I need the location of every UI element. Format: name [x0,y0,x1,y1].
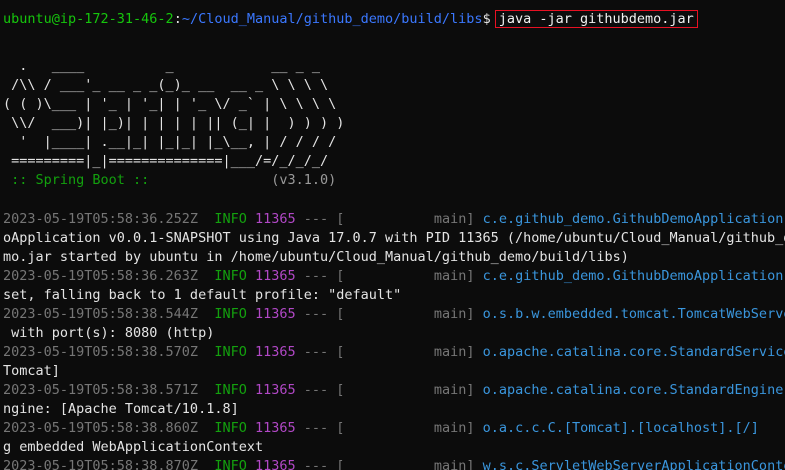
log-separator: --- [ [295,211,345,227]
log-continuation: set, falling back to 1 default profile: … [3,287,402,303]
log-separator: --- [ [295,268,345,284]
log-line: 2023-05-19T05:58:36.263Z INFO 11365 --- … [3,267,783,286]
log-continuation: g embedded WebApplicationContext [3,439,264,455]
log-timestamp: 2023-05-19T05:58:38.544Z [3,306,199,322]
log-level: INFO [214,211,247,227]
log-pid: 11365 [255,344,296,360]
log-line: 2023-05-19T05:58:38.860Z INFO 11365 --- … [3,419,759,438]
prompt-colon: : [173,11,182,27]
log-separator: --- [ [295,306,345,322]
command-text: java -jar githubdemo.jar [494,10,698,28]
log-thread: main] [344,344,483,360]
log-continuation: Tomcat] [3,363,60,379]
log-logger: c.e.github_demo.GithubDemoApplication [482,268,784,284]
log-thread: main] [344,382,483,398]
prompt-line: ubuntu@ip-172-31-46-2:~/Cloud_Manual/git… [3,10,698,29]
log-logger: o.apache.catalina.core.StandardService [482,344,785,360]
log-timestamp: 2023-05-19T05:58:36.252Z [3,211,199,227]
prompt-path: ~/Cloud_Manual/github_demo/build/libs [181,11,483,27]
spring-boot-line: :: Spring Boot :: (v3.1.0) [3,171,336,190]
spring-boot-label: :: Spring Boot :: [3,172,158,188]
log-pid: 11365 [255,420,296,436]
log-thread: main] [344,268,483,284]
log-timestamp: 2023-05-19T05:58:36.263Z [3,268,199,284]
prompt-user-host: ubuntu@ip-172-31-46-2 [3,11,174,27]
log-line: 2023-05-19T05:58:38.544Z INFO 11365 --- … [3,305,785,324]
log-thread: main] [344,420,483,436]
banner-line-4: \\/ ___)| |_)| | | | | || (_| | ) ) ) ) [3,115,345,131]
banner-line-1: . ____ _ __ _ _ [3,58,320,74]
log-separator: --- [ [295,458,345,470]
log-separator: --- [ [295,420,345,436]
log-continuation: ngine: [Apache Tomcat/10.1.8] [3,401,239,417]
log-thread: main] [344,306,483,322]
log-level: INFO [214,382,247,398]
log-timestamp: 2023-05-19T05:58:38.870Z [3,458,199,470]
log-logger: c.e.github_demo.GithubDemoApplication [482,211,784,227]
log-pid: 11365 [255,211,296,227]
log-continuation: with port(s): 8080 (http) [3,325,215,341]
prompt-dollar: $ [482,11,491,27]
log-level: INFO [214,458,247,470]
banner-line-6: =========|_|==============|___/=/_/_/_/ [3,153,329,169]
banner-line-2: /\\ / ___'_ __ _ _(_)_ __ __ _ \ \ \ \ [3,77,329,93]
log-timestamp: 2023-05-19T05:58:38.571Z [3,382,199,398]
spring-boot-version: (v3.1.0) [157,172,337,188]
log-pid: 11365 [255,306,296,322]
log-logger: o.a.c.c.C.[Tomcat].[localhost].[/] [482,420,759,436]
log-level: INFO [214,306,247,322]
log-continuation: mo.jar started by ubuntu in /home/ubuntu… [3,249,629,265]
log-line: 2023-05-19T05:58:36.252Z INFO 11365 --- … [3,210,783,229]
log-separator: --- [ [295,344,345,360]
log-pid: 11365 [255,382,296,398]
log-line: 2023-05-19T05:58:38.570Z INFO 11365 --- … [3,343,785,362]
log-timestamp: 2023-05-19T05:58:38.860Z [3,420,199,436]
log-line: 2023-05-19T05:58:38.870Z INFO 11365 --- … [3,457,785,470]
log-logger: o.s.b.w.embedded.tomcat.TomcatWebServer [482,306,785,322]
banner-line-5: ' |____| .__|_| |_|_| |_\__, | / / / / [3,134,337,150]
log-separator: --- [ [295,382,345,398]
log-pid: 11365 [255,268,296,284]
terminal-window[interactable]: ubuntu@ip-172-31-46-2:~/Cloud_Manual/git… [0,0,785,470]
log-logger: w.s.c.ServletWebServerApplicationContext [482,458,785,470]
log-logger: o.apache.catalina.core.StandardEngine [482,382,784,398]
banner-line-3: ( ( )\___ | '_ | '_| | '_ \/ _` | \ \ \ … [3,96,337,112]
log-timestamp: 2023-05-19T05:58:38.570Z [3,344,199,360]
log-level: INFO [214,420,247,436]
log-continuation: oApplication v0.0.1-SNAPSHOT using Java … [3,230,785,246]
log-thread: main] [344,211,483,227]
log-line: 2023-05-19T05:58:38.571Z INFO 11365 --- … [3,381,783,400]
log-thread: main] [344,458,483,470]
log-pid: 11365 [255,458,296,470]
log-level: INFO [214,344,247,360]
log-level: INFO [214,268,247,284]
